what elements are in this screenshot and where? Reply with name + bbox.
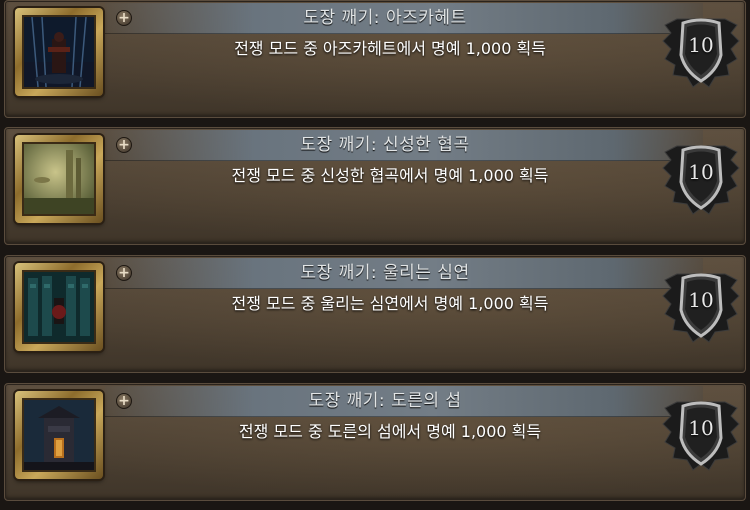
hallowed-ground-icon: [22, 142, 96, 216]
achievement-list: + 도장 깨기: 아즈카헤트 전쟁 모드 중 아즈카헤트에서 명예 1,000 …: [0, 0, 750, 510]
achievement-points-shield: 10: [657, 266, 745, 346]
achievement-icon-frame: [15, 8, 103, 96]
achievement-points: 10: [688, 33, 714, 57]
echoing-abyss-icon: [22, 270, 96, 344]
achievement-points: 10: [688, 160, 714, 184]
achievement-icon-frame: [15, 391, 103, 479]
achievement-row[interactable]: + 도장 깨기: 도른의 섬 전쟁 모드 중 도른의 섬에서 명예 1,000 …: [4, 383, 746, 501]
achievement-points-shield: 10: [657, 11, 745, 91]
achievement-row[interactable]: + 도장 깨기: 울리는 심연 전쟁 모드 중 울리는 심연에서 명예 1,00…: [4, 255, 746, 373]
achievement-row[interactable]: + 도장 깨기: 아즈카헤트 전쟁 모드 중 아즈카헤트에서 명예 1,000 …: [4, 0, 746, 118]
achievement-points-shield: 10: [657, 394, 745, 474]
achievement-points-shield: 10: [657, 138, 745, 218]
achievement-icon-frame: [15, 263, 103, 351]
achievement-description: 전쟁 모드 중 울리는 심연에서 명예 1,000 획득: [231, 294, 549, 313]
achievement-description: 전쟁 모드 중 도른의 섬에서 명예 1,000 획득: [238, 422, 542, 441]
achievement-description: 전쟁 모드 중 아즈카헤트에서 명예 1,000 획득: [234, 39, 546, 58]
achievement-icon-frame: [15, 135, 103, 223]
achievement-title: 도장 깨기: 신성한 협곡: [300, 135, 470, 155]
achievement-points: 10: [688, 416, 714, 440]
azjkahet-arena-icon: [22, 15, 96, 89]
achievement-title: 도장 깨기: 도른의 섬: [308, 391, 462, 411]
isle-of-dorn-icon: [22, 398, 96, 472]
achievement-title: 도장 깨기: 울리는 심연: [300, 263, 470, 283]
achievement-description: 전쟁 모드 중 신성한 협곡에서 명예 1,000 획득: [231, 166, 549, 185]
achievement-points: 10: [688, 288, 714, 312]
achievement-row[interactable]: + 도장 깨기: 신성한 협곡 전쟁 모드 중 신성한 협곡에서 명예 1,00…: [4, 127, 746, 245]
achievement-title: 도장 깨기: 아즈카헤트: [303, 8, 467, 28]
